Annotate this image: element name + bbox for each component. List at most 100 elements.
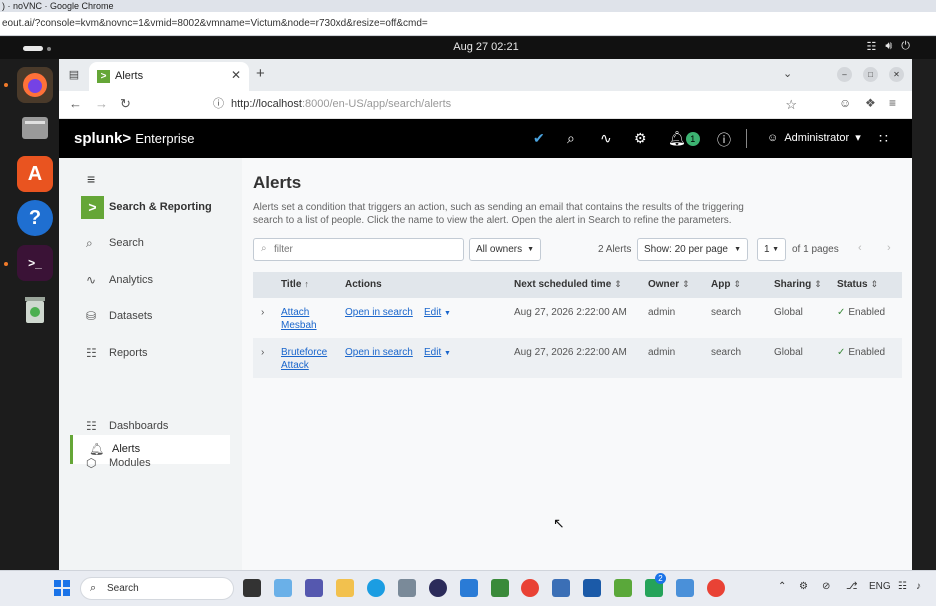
search-icon[interactable]: ⌕ [567,130,575,147]
notifications-bell-icon[interactable]: 🔔︎ 1 [668,130,700,147]
file-explorer-icon[interactable] [336,579,354,597]
prev-page-icon[interactable]: ‹ [858,242,862,254]
tab-strip: ▤ > Alerts ✕ + ⌄ – □ ✕ [59,59,912,91]
col-owner[interactable]: Owner ⇕ [648,279,690,290]
sidebar-item-search[interactable]: ⌕ Search [70,229,230,258]
new-tab-button[interactable]: + [256,65,265,82]
health-status-icon[interactable]: ✔ [533,130,545,147]
tray-chevron-icon[interactable]: ⌃ [778,581,786,592]
tray-app-icon[interactable]: ⚙ [799,581,808,592]
site-info-icon[interactable]: ⓘ [213,94,224,115]
filter-input[interactable] [274,242,454,257]
apps-grid-icon[interactable]: ∷ [879,130,888,147]
trash-icon[interactable] [17,292,53,328]
sidebar-item-datasets[interactable]: ⛁ Datasets [70,302,230,331]
bookmark-star-icon[interactable]: ☆ [785,94,797,115]
windows-taskbar: ⌕ Search 2 ⌃ ⚙ ⊘ ⎇ ENG ☷ ♪ [0,570,936,606]
clock[interactable]: Aug 27 02:21 [0,41,936,53]
sharing-cell: Global [774,307,803,318]
tab-alerts[interactable]: > Alerts ✕ [89,62,249,91]
app-icon[interactable] [614,579,632,597]
forward-icon[interactable]: → [95,96,108,111]
next-page-icon[interactable]: › [887,242,891,254]
edge-icon[interactable] [367,579,385,597]
language-indicator[interactable]: ENG [869,581,891,592]
close-window-button[interactable]: ✕ [889,67,904,82]
owners-dropdown[interactable]: All owners ▼ [469,238,541,261]
profile-icon[interactable]: ☺ [839,96,851,110]
extensions-icon[interactable]: ❖ [865,96,876,110]
edit-menu[interactable]: Edit ▼ [424,346,451,360]
col-next-scheduled[interactable]: Next scheduled time ⇕ [514,279,622,290]
filter-field[interactable]: ⌕ [253,238,464,261]
sidebar-item-modules[interactable]: ⬡ Modules [70,449,230,478]
mouse-cursor-icon: ↖ [553,515,565,531]
splunk-logo[interactable]: splunk> Enterprise [74,130,195,147]
table-row: › Attach Mesbah Open in search Edit ▼ Aug… [253,298,902,338]
app-icon[interactable] [398,579,416,597]
col-sharing[interactable]: Sharing ⇕ [774,279,822,290]
open-in-search-link[interactable]: Open in search [345,346,413,359]
address-bar[interactable]: ⓘ http://localhost:8000/en-US/app/search… [207,94,797,115]
settings-gear-icon[interactable]: ⚙ [634,130,647,147]
page-select[interactable]: 1 ▼ [757,238,786,261]
taskbar-search[interactable]: ⌕ Search [80,577,234,600]
check-icon: ✓ [837,347,846,358]
app-icon[interactable] [429,579,447,597]
expand-row-icon[interactable]: › [261,346,264,359]
user-menu[interactable]: ☺ Administrator ▾ [767,131,861,144]
help-icon[interactable]: ⓘ [717,130,731,150]
app-cell: search [711,307,742,318]
tab-search-icon[interactable]: ▤ [67,68,81,82]
snipping-tool-icon[interactable] [274,579,292,597]
tab-close-icon[interactable]: ✕ [231,68,241,82]
dashboards-icon: ☷ [86,419,97,433]
col-app[interactable]: App ⇕ [711,279,741,290]
col-title[interactable]: Title ↑ [281,279,309,290]
maximize-button[interactable]: □ [863,67,878,82]
alert-title-link[interactable]: Attach Mesbah [281,306,317,332]
host-address-bar[interactable]: eout.ai/?console=kvm&novnc=1&vmid=8002&v… [0,12,936,36]
chrome-icon[interactable] [707,579,725,597]
minimize-button[interactable]: – [837,67,852,82]
tab-list-chevron-icon[interactable]: ⌄ [783,67,792,80]
app-icon[interactable] [583,579,601,597]
menu-icon[interactable]: ≡ [889,96,896,110]
app-center-icon[interactable]: A [17,156,53,192]
activity-icon[interactable]: ∿ [600,130,612,147]
reload-icon[interactable]: ↻ [120,96,131,112]
alert-title-link[interactable]: Bruteforce Attack [281,346,327,372]
terminal-icon[interactable]: >_ [17,245,53,281]
sidebar-item-analytics[interactable]: ∿ Analytics [70,266,230,295]
wifi-icon[interactable]: ☷ [898,581,907,592]
help-icon[interactable]: ? [17,200,53,236]
per-page-dropdown[interactable]: Show: 20 per page ▼ [637,238,748,261]
firefox-icon[interactable] [17,67,53,103]
sidebar-item-dashboards[interactable]: ☷ Dashboards [70,412,230,441]
edit-menu[interactable]: Edit ▼ [424,306,451,320]
microphone-icon[interactable]: ⎇ [846,581,858,592]
app-icon[interactable] [676,579,694,597]
back-icon[interactable]: ← [69,96,82,111]
hamburger-menu-icon[interactable]: ≡ [87,171,95,187]
sidebar-item-reports[interactable]: ☷ Reports [70,339,230,368]
app-icon[interactable] [491,579,509,597]
system-tray[interactable]: ☷ 🔊︎ ⏻ [866,40,910,53]
open-in-search-link[interactable]: Open in search [345,306,413,319]
task-view-icon[interactable] [243,579,261,597]
files-icon[interactable] [17,110,53,146]
check-icon: ✓ [837,307,846,318]
app-icon[interactable] [552,579,570,597]
col-actions: Actions [345,279,382,290]
chrome-icon[interactable] [521,579,539,597]
whatsapp-icon[interactable]: 2 [645,573,666,597]
expand-row-icon[interactable]: › [261,306,264,319]
windows-start-icon[interactable] [54,580,70,596]
col-status[interactable]: Status ⇕ [837,279,878,290]
vscode-icon[interactable] [460,579,478,597]
sort-icon: ⇕ [682,279,690,289]
splunk-header: splunk> Enterprise ✔ ⌕ ∿ ⚙ 🔔︎ 1 ⓘ ☺ Admin… [59,119,912,158]
tray-mute-icon[interactable]: ⊘ [822,581,830,592]
teams-icon[interactable] [305,579,323,597]
volume-icon[interactable]: ♪ [916,581,921,592]
